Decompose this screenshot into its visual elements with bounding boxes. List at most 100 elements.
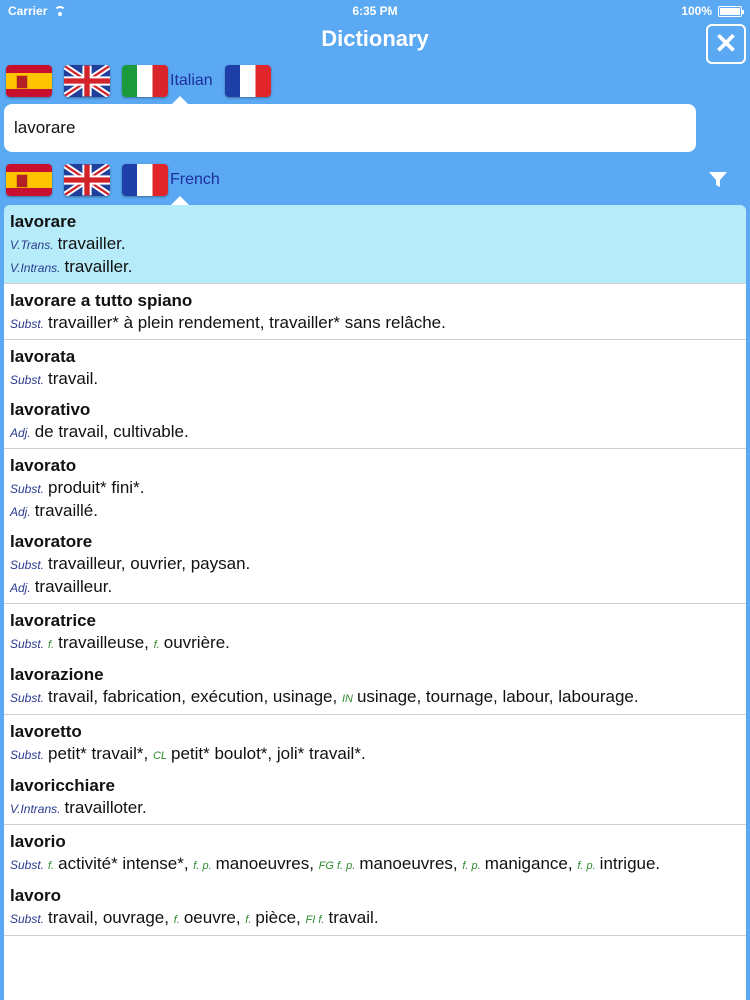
usage-tag: FI f. — [305, 914, 325, 926]
definition-line: Subst. travail. — [10, 368, 740, 391]
translation-text: manigance, — [484, 854, 573, 873]
translation-text: manoeuvres, — [215, 854, 314, 873]
result-group: lavorare a tutto spiano Subst. travailler*… — [4, 284, 746, 340]
source-language-selector: Italian — [6, 64, 283, 98]
definition-line: Adj. de travail, cultivable. — [10, 421, 740, 444]
part-of-speech: Adj. — [10, 505, 31, 519]
result-group: lavoretto Subst. petit* travail*, CL petit*… — [4, 715, 746, 825]
definition-line: Subst. travailleur, ouvrier, paysan. — [10, 553, 740, 576]
usage-tag: f. — [48, 639, 55, 651]
usage-tag: IN — [341, 693, 353, 705]
france-flag-icon[interactable] — [224, 65, 271, 97]
translation-text: travailleur. — [34, 577, 113, 596]
translation-text: travail, ouvrage, — [48, 908, 169, 927]
list-item[interactable]: lavoro Subst. travail, ouvrage, f. oeuvre, … — [10, 885, 740, 931]
part-of-speech: Subst. — [10, 373, 45, 387]
part-of-speech: Subst. — [10, 558, 45, 572]
translation-text: manoeuvres, — [359, 854, 458, 873]
list-item[interactable]: lavoricchiare V.Intrans. travailloter. — [10, 775, 740, 820]
definition-line: Subst. travail, ouvrage, f. oeuvre, f. pièc… — [10, 907, 740, 931]
uk-flag-icon[interactable] — [64, 65, 110, 97]
status-right: 100% — [681, 4, 744, 18]
translation-text: pièce, — [255, 908, 301, 927]
battery-icon — [718, 5, 744, 17]
filter-icon[interactable] — [708, 171, 728, 189]
status-bar: Carrier 6:35 PM 100% — [0, 0, 750, 22]
translation-text: travailler. — [57, 234, 126, 253]
target-language-selector: French — [6, 163, 220, 197]
headword: lavorato — [10, 456, 77, 475]
france-flag-icon[interactable] — [122, 164, 168, 196]
target-language-label: French — [170, 171, 220, 188]
part-of-speech: Adj. — [10, 426, 31, 440]
uk-flag-icon[interactable] — [64, 164, 110, 196]
usage-tag: f. — [245, 914, 252, 926]
part-of-speech: V.Trans. — [10, 238, 54, 252]
part-of-speech: Subst. — [10, 691, 45, 705]
headword: lavorare — [10, 212, 77, 231]
definition-line: V.Intrans. travailloter. — [10, 797, 740, 820]
translation-text: intrigue. — [599, 854, 661, 873]
battery-percent: 100% — [681, 4, 712, 18]
part-of-speech: V.Intrans. — [10, 802, 61, 816]
definition-line: Adj. travailleur. — [10, 576, 740, 599]
headword: lavoricchiare — [10, 776, 115, 795]
source-language-label: Italian — [170, 72, 213, 89]
list-item[interactable]: lavoratrice Subst. f. travailleuse, f. ouvri… — [10, 610, 740, 656]
close-button[interactable]: ✕ — [706, 24, 746, 64]
translation-text: activité* intense*, — [58, 854, 189, 873]
list-item[interactable]: lavoretto Subst. petit* travail*, CL petit*… — [10, 721, 740, 767]
list-item[interactable]: lavorato Subst. produit* fini*. Adj. travail… — [10, 455, 740, 523]
translation-text: travaillé. — [34, 501, 98, 520]
list-item[interactable]: lavorare a tutto spiano Subst. travailler*… — [10, 290, 740, 335]
headword: lavoretto — [10, 722, 82, 741]
list-item[interactable]: lavorata Subst. travail. — [10, 346, 740, 391]
definition-line: Subst. petit* travail*, CL petit* boulot*,… — [10, 743, 740, 767]
definition-line: Adj. travaillé. — [10, 500, 740, 523]
definition-line: V.Trans. travailler. — [10, 233, 740, 256]
part-of-speech: Subst. — [10, 637, 45, 651]
usage-tag: f. p. — [462, 860, 481, 872]
headword: lavoro — [10, 886, 62, 905]
status-time: 6:35 PM — [352, 4, 398, 18]
search-input[interactable]: lavorare — [4, 104, 696, 152]
part-of-speech: Subst. — [10, 858, 45, 872]
page-title: Dictionary — [321, 26, 429, 51]
list-item[interactable]: lavorazione Subst. travail, fabrication, e… — [10, 664, 740, 710]
spain-flag-icon[interactable] — [6, 164, 52, 196]
result-group: lavorare V.Trans. travailler. V.Intrans. tra… — [4, 205, 746, 284]
definition-line: Subst. f. travailleuse, f. ouvrière. — [10, 632, 740, 656]
translation-text: de travail, cultivable. — [34, 422, 189, 441]
translation-text: oeuvre, — [183, 908, 241, 927]
translation-text: travailler* à plein rendement, travaille… — [48, 313, 446, 332]
part-of-speech: Subst. — [10, 912, 45, 926]
translation-text: produit* fini*. — [48, 478, 145, 497]
list-item[interactable]: lavorare V.Trans. travailler. V.Intrans. tra… — [10, 211, 740, 279]
headword: lavorata — [10, 347, 76, 366]
headword: lavorare a tutto spiano — [10, 291, 193, 310]
headword: lavorio — [10, 832, 66, 851]
definition-line: Subst. produit* fini*. — [10, 477, 740, 500]
result-group: lavorio Subst. f. activité* intense*, f. p.… — [4, 825, 746, 936]
headword: lavoratore — [10, 532, 93, 551]
translation-text: travail. — [328, 908, 379, 927]
translation-text: travailleuse, — [58, 633, 149, 652]
translation-text: travailloter. — [64, 798, 147, 817]
list-item[interactable]: lavoratore Subst. travailleur, ouvrier, pa… — [10, 531, 740, 599]
result-group: lavorato Subst. produit* fini*. Adj. travail… — [4, 449, 746, 604]
usage-tag: f. — [48, 860, 55, 872]
part-of-speech: V.Intrans. — [10, 261, 61, 275]
italy-flag-icon[interactable] — [122, 65, 168, 97]
translation-text: petit* boulot*, joli* travail*. — [171, 744, 366, 763]
list-item[interactable]: lavorio Subst. f. activité* intense*, f. p.… — [10, 831, 740, 877]
translation-text: travail, fabrication, exécution, usinage… — [48, 687, 338, 706]
spain-flag-icon[interactable] — [6, 65, 52, 97]
definition-line: V.Intrans. travailler. — [10, 256, 740, 279]
part-of-speech: Subst. — [10, 317, 45, 331]
definition-line: Subst. travail, fabrication, exécution, u… — [10, 686, 740, 710]
usage-tag: CL — [152, 750, 167, 762]
usage-tag: FG f. p. — [318, 860, 356, 872]
usage-tag: f. p. — [577, 860, 596, 872]
headword: lavorativo — [10, 400, 91, 419]
list-item[interactable]: lavorativo Adj. de travail, cultivable. — [10, 399, 740, 444]
